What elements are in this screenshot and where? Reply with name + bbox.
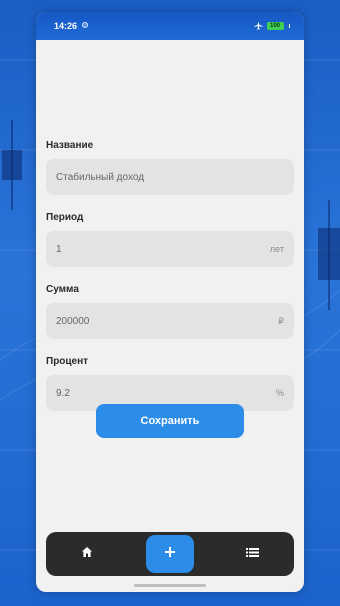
period-input[interactable]: 1 лет: [46, 231, 294, 267]
home-icon: [81, 545, 93, 563]
nav-add-button[interactable]: [145, 535, 194, 573]
field-label: Процент: [46, 356, 89, 367]
list-icon: [246, 545, 260, 563]
field-value: 9.2: [56, 387, 70, 399]
nav-list-button[interactable]: [229, 535, 277, 573]
nav-home-button[interactable]: [63, 535, 111, 573]
field-value: Стабильный доход: [56, 171, 145, 183]
field-group-period: Период 1 лет: [46, 212, 294, 267]
plus-icon: [164, 545, 176, 563]
settings-gear-icon: [81, 21, 89, 31]
field-unit: лет: [269, 244, 284, 254]
field-label: Сумма: [46, 284, 79, 295]
status-bar: 14:26 100: [36, 12, 304, 40]
deposit-form: Название Стабильный доход Период 1 лет С…: [46, 140, 294, 428]
home-indicator: [134, 584, 206, 587]
field-unit: ₽: [278, 315, 284, 326]
phone-screen: 14:26 100 Название Стабильный доход Пери…: [36, 12, 304, 592]
field-label: Название: [46, 140, 94, 151]
battery-icon: 100: [266, 22, 284, 30]
battery-tip: [288, 24, 290, 28]
field-group-name: Название Стабильный доход: [46, 140, 294, 195]
field-value: 1: [56, 243, 62, 255]
status-time: 14:26: [54, 21, 78, 31]
airplane-mode-icon: [253, 20, 263, 32]
bottom-nav: [46, 532, 294, 576]
field-group-amount: Сумма 200000 ₽: [46, 284, 294, 339]
name-input[interactable]: Стабильный доход: [46, 159, 294, 195]
field-label: Период: [46, 212, 84, 223]
save-button[interactable]: Сохранить: [96, 404, 244, 438]
field-group-percent: Процент 9.2 %: [46, 356, 294, 411]
field-unit: %: [275, 388, 284, 398]
amount-input[interactable]: 200000 ₽: [46, 303, 294, 339]
field-value: 200000: [56, 315, 90, 327]
